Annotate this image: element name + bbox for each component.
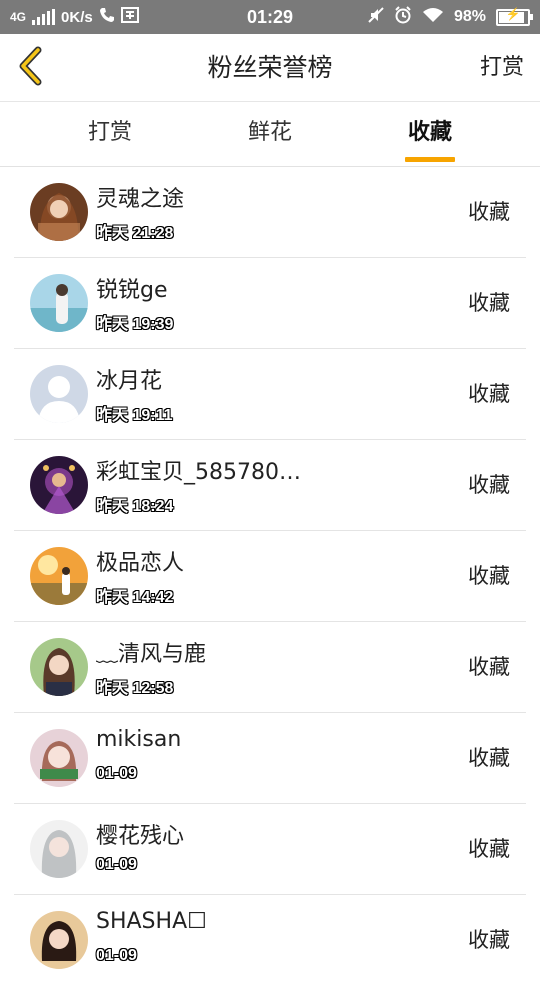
avatar[interactable]	[30, 547, 88, 605]
list-item[interactable]: mikisan 01-09 收藏	[0, 713, 540, 804]
fan-action-label: 收藏	[468, 746, 510, 770]
fan-time: 昨天 12:58	[96, 680, 174, 697]
reward-button[interactable]: 打赏	[480, 34, 524, 101]
fan-action-label: 收藏	[468, 837, 510, 861]
page-title: 粉丝荣誉榜	[207, 53, 333, 82]
signal-icon	[32, 9, 56, 25]
network-speed: 0K/s	[61, 8, 93, 26]
list-item[interactable]: 锐锐ge 昨天 19:39 收藏	[0, 258, 540, 349]
network-type: 4G	[10, 10, 27, 24]
battery-icon: ⚡	[496, 7, 533, 26]
fan-time: 01-09	[96, 947, 137, 964]
fan-time: 昨天 18:24	[96, 498, 174, 515]
list-item[interactable]: 极品恋人 昨天 14:42 收藏	[0, 531, 540, 622]
list-item[interactable]: 彩虹宝贝_585780… 昨天 18:24 收藏	[0, 440, 540, 531]
mute-icon	[368, 6, 384, 28]
list-item[interactable]: 灵魂之途 昨天 21:28 收藏	[0, 167, 540, 258]
fan-action-label: 收藏	[468, 382, 510, 406]
notification-icon	[120, 7, 139, 27]
fan-name[interactable]: mikisan	[96, 727, 346, 752]
fan-action-label: 收藏	[468, 928, 510, 952]
status-bar: 4G 0K/s 01:29 98% ⚡	[0, 0, 540, 34]
fan-action-label: 收藏	[468, 564, 510, 588]
avatar[interactable]	[30, 274, 88, 332]
list-item[interactable]: SHASHA☐ 01-09 收藏	[0, 895, 540, 986]
avatar[interactable]	[30, 911, 88, 969]
tab-reward[interactable]: 打赏	[50, 102, 170, 166]
fan-action-label: 收藏	[468, 200, 510, 224]
fan-name[interactable]: SHASHA☐	[96, 909, 346, 934]
fan-action-label: 收藏	[468, 291, 510, 315]
fan-time: 01-09	[96, 856, 137, 873]
fan-name[interactable]: 樱花残心	[96, 818, 346, 850]
list-item[interactable]: ﹏清风与鹿 昨天 12:58 收藏	[0, 622, 540, 713]
avatar[interactable]	[30, 729, 88, 787]
avatar[interactable]	[30, 365, 88, 423]
fan-time: 昨天 19:11	[96, 407, 173, 424]
fan-time: 昨天 14:42	[96, 589, 174, 606]
tab-bar: 打赏 鲜花 收藏	[0, 102, 540, 167]
fan-name[interactable]: 极品恋人	[96, 545, 346, 577]
fan-time: 昨天 21:28	[96, 225, 174, 242]
avatar[interactable]	[30, 456, 88, 514]
list-item[interactable]: 樱花残心 01-09 收藏	[0, 804, 540, 895]
fan-time: 昨天 19:39	[96, 316, 174, 333]
fan-action-label: 收藏	[468, 473, 510, 497]
avatar[interactable]	[30, 820, 88, 878]
avatar[interactable]	[30, 638, 88, 696]
status-right: 98% ⚡	[368, 0, 533, 34]
phone-icon	[99, 7, 115, 27]
status-left: 4G 0K/s	[10, 0, 139, 34]
back-button[interactable]	[10, 46, 50, 90]
fan-action-label: 收藏	[468, 655, 510, 679]
fan-name[interactable]: 彩虹宝贝_585780…	[96, 454, 346, 486]
fan-name[interactable]: 锐锐ge	[96, 272, 346, 304]
fan-name[interactable]: 冰月花	[96, 363, 346, 395]
chevron-left-icon	[17, 46, 43, 90]
list-item[interactable]: 冰月花 昨天 19:11 收藏	[0, 349, 540, 440]
fan-name[interactable]: 灵魂之途	[96, 181, 346, 213]
app-header: 粉丝荣誉榜 打赏	[0, 34, 540, 102]
alarm-icon	[394, 5, 412, 29]
tab-flowers[interactable]: 鲜花	[210, 102, 330, 166]
active-tab-indicator	[405, 157, 455, 162]
fan-time: 01-09	[96, 765, 137, 782]
avatar[interactable]	[30, 183, 88, 241]
wifi-icon	[422, 7, 444, 28]
fan-name[interactable]: ﹏清风与鹿	[96, 636, 346, 668]
fan-list: 灵魂之途 昨天 21:28 收藏 锐锐ge 昨天 19:39 收藏 冰月花 昨天…	[0, 167, 540, 986]
battery-percent: 98%	[453, 8, 486, 25]
